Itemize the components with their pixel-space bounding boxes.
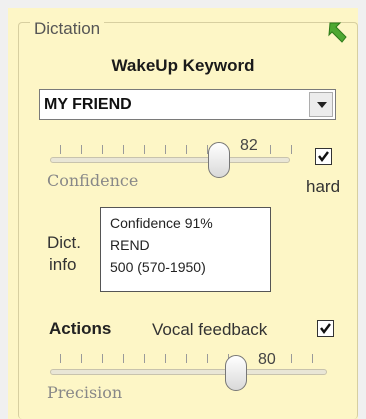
precision-label: Precision <box>47 383 123 402</box>
dict-info-label-line2: info <box>49 255 77 274</box>
vocal-feedback-checkbox[interactable] <box>317 320 334 337</box>
group-title: Dictation <box>30 19 105 39</box>
hard-label: hard <box>306 177 341 196</box>
chevron-down-icon <box>317 102 327 108</box>
wakeup-keyword-select[interactable]: MY FRIEND <box>39 89 336 120</box>
dict-info-line: REND <box>110 237 150 253</box>
checkmark-icon <box>318 151 329 162</box>
dict-info-box: Confidence 91% REND 500 (570-1950) <box>100 207 271 292</box>
vocal-feedback-label: Vocal feedback <box>152 320 268 339</box>
wakeup-keyword-value: MY FRIEND <box>44 96 132 113</box>
confidence-value: 82 <box>238 137 260 155</box>
dict-info-label: Dict. info <box>47 232 81 276</box>
hard-checkbox[interactable] <box>315 148 332 165</box>
confidence-label: Confidence <box>47 171 139 190</box>
checkmark-icon <box>320 323 331 334</box>
green-arrow-icon[interactable] <box>327 21 349 45</box>
dict-info-line: Confidence 91% <box>110 215 213 231</box>
dropdown-button[interactable] <box>309 92 333 117</box>
wakeup-keyword-title: WakeUp Keyword <box>111 56 255 75</box>
dict-info-label-line1: Dict. <box>47 233 81 252</box>
actions-label: Actions <box>49 319 112 338</box>
dict-info-line: 500 (570-1950) <box>110 259 206 275</box>
confidence-slider-thumb[interactable] <box>208 142 230 178</box>
precision-slider-thumb[interactable] <box>225 355 247 391</box>
precision-value: 80 <box>256 351 278 369</box>
